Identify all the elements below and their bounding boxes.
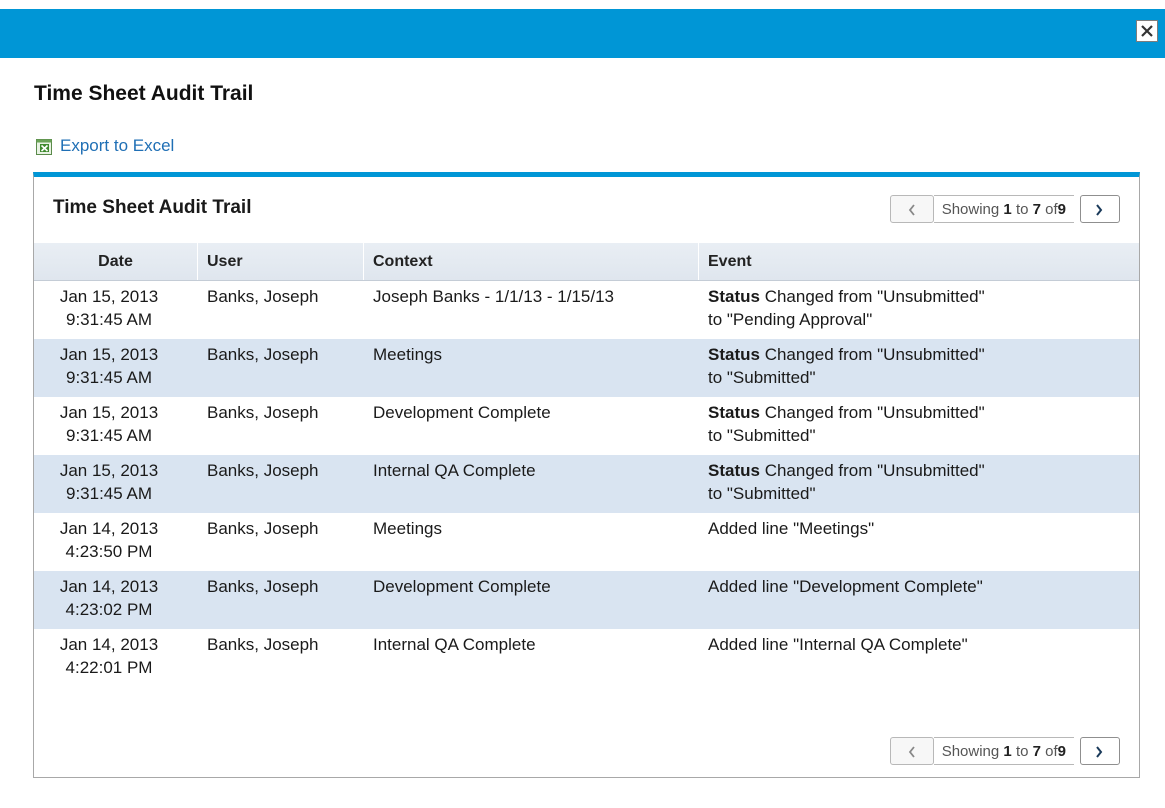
user-cell: Banks, Joseph (207, 403, 319, 422)
column-header-date[interactable]: Date (34, 243, 198, 280)
event-cell: Status Changed from "Unsubmitted" to "Sub… (708, 461, 985, 503)
column-header-user[interactable]: User (198, 243, 364, 280)
pagination-top: Showing 1 to 7 of9 (889, 195, 1120, 223)
date-cell: Jan 15, 2013 9:31:45 AM (59, 403, 159, 445)
pagination-status: Showing 1 to 7 of9 (933, 737, 1074, 765)
table-row: Jan 15, 2013 9:31:45 AM Banks, Joseph Dev… (34, 397, 1139, 455)
table-row: Jan 15, 2013 9:31:45 AM Banks, Joseph Jos… (34, 281, 1139, 339)
previous-page-button[interactable] (889, 737, 934, 765)
panel-title: Time Sheet Audit Trail (53, 197, 252, 218)
next-page-button[interactable] (1080, 195, 1120, 223)
context-cell: Meetings (373, 519, 442, 538)
user-cell: Banks, Joseph (207, 577, 319, 596)
pagination-status: Showing 1 to 7 of9 (933, 195, 1074, 223)
chevron-left-icon (908, 746, 915, 758)
table-body: Jan 15, 2013 9:31:45 AM Banks, Joseph Jos… (34, 281, 1139, 687)
excel-icon (36, 138, 52, 155)
event-cell: Added line "Meetings" (708, 519, 875, 538)
event-cell: Status Changed from "Unsubmitted" to "Pen… (708, 287, 985, 329)
date-cell: Jan 15, 2013 9:31:45 AM (59, 287, 159, 329)
date-cell: Jan 15, 2013 9:31:45 AM (59, 461, 159, 503)
next-page-button[interactable] (1080, 737, 1120, 765)
pagination-bottom: Showing 1 to 7 of9 (889, 737, 1120, 765)
close-icon (1141, 25, 1153, 37)
export-label: Export to Excel (60, 136, 175, 155)
close-button[interactable] (1136, 20, 1158, 42)
page-title: Time Sheet Audit Trail (34, 82, 254, 105)
table-row: Jan 15, 2013 9:31:45 AM Banks, Joseph Int… (34, 455, 1139, 513)
date-cell: Jan 15, 2013 9:31:45 AM (59, 345, 159, 387)
date-cell: Jan 14, 2013 4:23:02 PM (59, 577, 159, 619)
chevron-left-icon (908, 204, 915, 216)
table-row: Jan 14, 2013 4:23:50 PM Banks, Joseph Mee… (34, 513, 1139, 571)
date-cell: Jan 14, 2013 4:23:50 PM (59, 519, 159, 561)
context-cell: Joseph Banks - 1/1/13 - 1/15/13 (373, 287, 614, 306)
date-cell: Jan 14, 2013 4:22:01 PM (59, 635, 159, 677)
context-cell: Meetings (373, 345, 442, 364)
context-cell: Development Complete (373, 403, 551, 422)
chevron-right-icon (1096, 746, 1103, 758)
dialog-title-bar (0, 9, 1165, 58)
table-row: Jan 15, 2013 9:31:45 AM Banks, Joseph Mee… (34, 339, 1139, 397)
event-cell: Status Changed from "Unsubmitted" to "Sub… (708, 345, 985, 387)
user-cell: Banks, Joseph (207, 635, 319, 654)
context-cell: Development Complete (373, 577, 551, 596)
context-cell: Internal QA Complete (373, 635, 536, 654)
user-cell: Banks, Joseph (207, 345, 319, 364)
event-cell: Status Changed from "Unsubmitted" to "Sub… (708, 403, 985, 445)
previous-page-button[interactable] (889, 195, 934, 223)
table-row: Jan 14, 2013 4:22:01 PM Banks, Joseph Int… (34, 629, 1139, 687)
context-cell: Internal QA Complete (373, 461, 536, 480)
user-cell: Banks, Joseph (207, 461, 319, 480)
event-cell: Added line "Development Complete" (708, 577, 983, 596)
column-header-context[interactable]: Context (364, 243, 699, 280)
user-cell: Banks, Joseph (207, 519, 319, 538)
table-row: Jan 14, 2013 4:23:02 PM Banks, Joseph Dev… (34, 571, 1139, 629)
export-to-excel-link[interactable]: Export to Excel (35, 135, 174, 157)
event-cell: Added line "Internal QA Complete" (708, 635, 968, 654)
user-cell: Banks, Joseph (207, 287, 319, 306)
table-header: Date User Context Event (34, 243, 1139, 281)
chevron-right-icon (1096, 204, 1103, 216)
audit-trail-panel: Time Sheet Audit Trail Showing 1 to 7 of… (33, 172, 1140, 778)
column-header-event[interactable]: Event (699, 243, 1139, 280)
